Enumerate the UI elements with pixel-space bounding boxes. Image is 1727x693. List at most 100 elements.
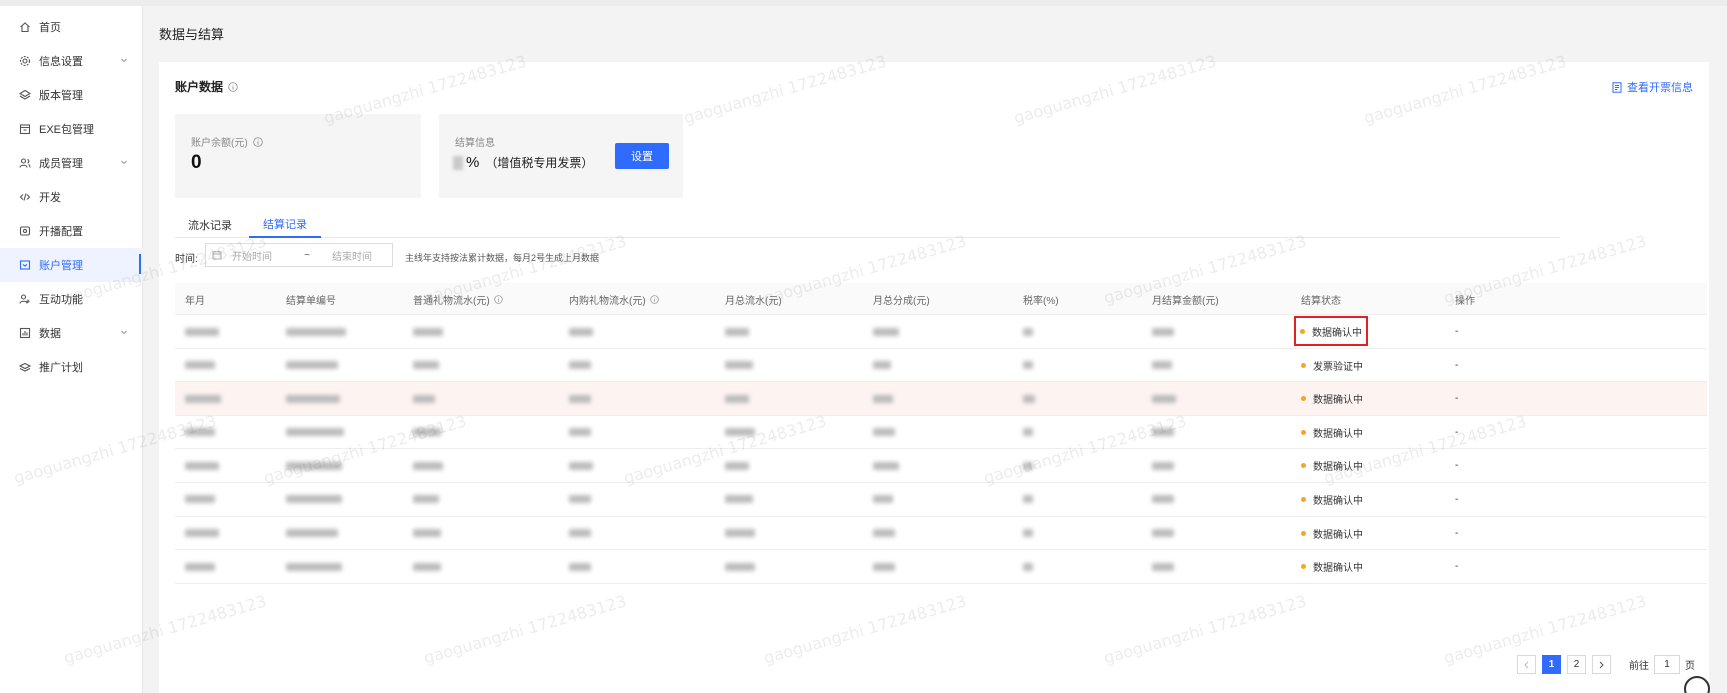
sidebar-item-label: 成员管理 xyxy=(39,158,83,170)
table-cell-redacted xyxy=(1023,416,1033,449)
blurred-value xyxy=(1023,327,1033,336)
chevron-right-icon xyxy=(1599,661,1604,668)
blurred-value xyxy=(286,562,342,571)
blurred-value xyxy=(286,529,338,538)
info-icon[interactable] xyxy=(493,294,503,304)
blurred-value xyxy=(185,327,219,336)
table-cell-redacted xyxy=(569,349,591,382)
sidebar-item-members[interactable]: 成员管理 xyxy=(0,146,143,180)
sidebar-item-develop[interactable]: 开发 xyxy=(0,180,143,214)
status-badge: 数据确认中 xyxy=(1301,517,1363,550)
status-badge: 数据确认中 xyxy=(1294,316,1368,346)
date-separator: ~ xyxy=(304,249,310,261)
table-cell-redacted xyxy=(1023,349,1033,382)
prev-page-button[interactable] xyxy=(1517,655,1536,674)
blurred-value xyxy=(873,495,893,504)
calendar-icon xyxy=(212,250,222,260)
tab-settlement-records[interactable]: 结算记录 xyxy=(249,212,321,238)
info-icon[interactable] xyxy=(252,136,263,147)
blurred-value xyxy=(1152,461,1174,470)
status-text: 数据确认中 xyxy=(1313,395,1363,407)
table-cell-redacted xyxy=(185,449,219,482)
blurred-value xyxy=(413,394,435,403)
sidebar-item-account-management[interactable]: 账户管理 xyxy=(0,248,143,282)
status-dot-icon xyxy=(1301,463,1306,469)
table-cell-redacted xyxy=(286,349,338,382)
view-invoice-info-link[interactable]: 查看开票信息 xyxy=(1612,79,1693,95)
settlement-card: 结算信息 % （增值税专用发票） 设置 xyxy=(439,114,683,198)
chevron-left-icon xyxy=(1524,661,1529,668)
sidebar-item-versions[interactable]: 版本管理 xyxy=(0,78,143,112)
column-header-settlement-id: 结算单编号 xyxy=(286,295,336,307)
sidebar: 首页 信息设置 版本管理 EXE包管理 成员管理 开发 开播配置 账户管理 互动… xyxy=(0,6,143,693)
blurred-value xyxy=(413,361,439,370)
sidebar-item-broadcast-config[interactable]: 开播配置 xyxy=(0,214,143,248)
settlement-settings-button[interactable]: 设置 xyxy=(615,143,669,169)
blurred-value xyxy=(569,428,591,437)
status-badge: 发票验证中 xyxy=(1301,349,1363,382)
date-range-picker[interactable]: 开始时间 ~ 结束时间 xyxy=(205,243,393,267)
sidebar-item-interaction[interactable]: 互动功能 xyxy=(0,282,143,316)
tab-transaction-records[interactable]: 流水记录 xyxy=(175,212,245,238)
status-text: 数据确认中 xyxy=(1313,529,1363,541)
status-badge: 数据确认中 xyxy=(1301,550,1363,583)
info-icon[interactable] xyxy=(649,294,659,304)
table-cell-redacted xyxy=(1152,349,1172,382)
sidebar-item-label: 信息设置 xyxy=(39,56,83,68)
table-row: 数据确认中 - xyxy=(175,416,1707,450)
sidebar-item-exe-packages[interactable]: EXE包管理 xyxy=(0,112,143,146)
row-action: - xyxy=(1455,326,1459,337)
layers-icon xyxy=(18,88,32,102)
blurred-value xyxy=(1023,394,1035,403)
blurred-value xyxy=(725,361,753,370)
blurred-value xyxy=(569,562,591,571)
table-cell-redacted xyxy=(286,550,342,583)
table-cell-redacted xyxy=(1152,483,1174,516)
status-badge: 数据确认中 xyxy=(1301,416,1363,449)
broadcast-icon xyxy=(18,224,32,238)
page-1-button[interactable]: 1 xyxy=(1542,655,1561,674)
blurred-value xyxy=(725,495,753,504)
settlement-note: （增值税专用发票） xyxy=(485,156,594,170)
sidebar-item-label: EXE包管理 xyxy=(39,124,95,136)
info-icon[interactable] xyxy=(228,81,238,92)
account-icon xyxy=(18,258,32,272)
table-cell-redacted xyxy=(725,416,755,449)
blurred-value xyxy=(413,327,443,336)
column-header-regular-gift-revenue: 普通礼物流水(元) xyxy=(413,283,503,315)
table-cell-redacted xyxy=(185,517,219,550)
start-date-input[interactable]: 开始时间 xyxy=(232,248,292,263)
table-cell-redacted xyxy=(413,382,435,415)
sidebar-item-home[interactable]: 首页 xyxy=(0,10,143,44)
table-row: 数据确认中 - xyxy=(175,382,1707,416)
blurred-value xyxy=(1152,394,1176,403)
next-page-button[interactable] xyxy=(1592,655,1611,674)
blurred-value xyxy=(1152,529,1174,538)
blurred-value xyxy=(413,461,443,470)
table-cell-redacted xyxy=(185,349,215,382)
settlement-rate: % （增值税专用发票） xyxy=(453,154,593,171)
settlement-label: 结算信息 xyxy=(455,138,495,149)
sidebar-item-label: 账户管理 xyxy=(39,260,83,272)
status-dot-icon xyxy=(1301,496,1306,502)
table-cell-redacted xyxy=(1023,315,1033,348)
page-2-button[interactable]: 2 xyxy=(1567,655,1586,674)
table-cell-redacted xyxy=(725,382,749,415)
status-dot-icon xyxy=(1301,429,1306,435)
sidebar-item-info-settings[interactable]: 信息设置 xyxy=(0,44,143,78)
blurred-value xyxy=(1023,361,1033,370)
end-date-input[interactable]: 结束时间 xyxy=(322,248,382,263)
table-cell-redacted xyxy=(873,517,895,550)
column-header-month: 年月 xyxy=(185,295,205,307)
time-filter-label: 时间: xyxy=(175,254,198,265)
goto-suffix: 页 xyxy=(1685,661,1695,672)
blurred-value xyxy=(185,562,215,571)
blurred-value xyxy=(286,327,346,336)
table-cell-redacted xyxy=(725,517,755,550)
sidebar-item-data[interactable]: 数据 xyxy=(0,316,143,350)
goto-page-input[interactable]: 1 xyxy=(1654,655,1680,674)
blurred-value xyxy=(569,495,591,504)
blurred-value xyxy=(873,428,895,437)
sidebar-item-promotion[interactable]: 推广计划 xyxy=(0,350,143,384)
column-header-monthly-revenue: 月总流水(元) xyxy=(725,295,782,307)
